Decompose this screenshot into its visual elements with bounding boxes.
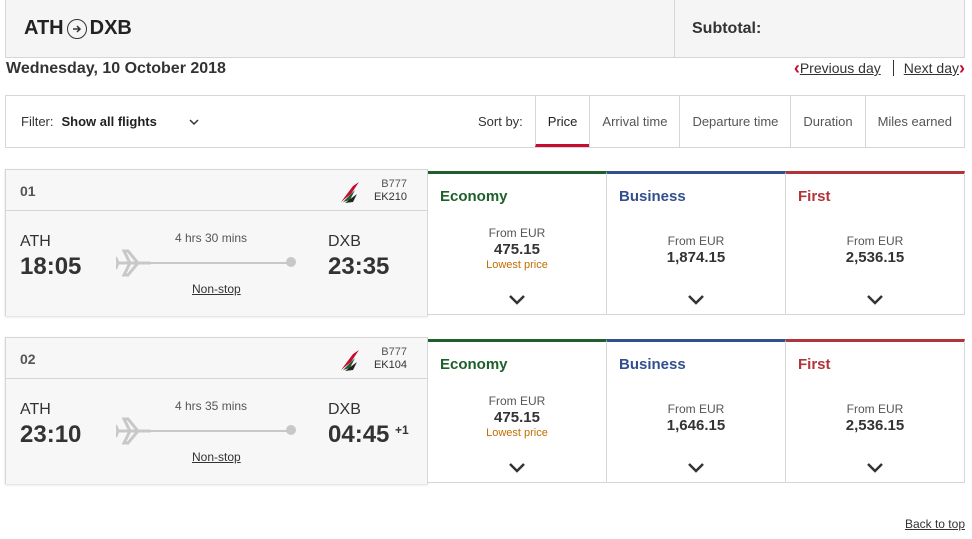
- filter-label: Filter:: [21, 114, 54, 129]
- flight-info-header: 02 B777 EK104: [6, 338, 427, 379]
- fare-first[interactable]: First From EUR 2,536.15: [786, 339, 965, 483]
- flight-date: Wednesday, 10 October 2018: [6, 60, 226, 77]
- fare-price: 2,536.15: [845, 249, 905, 266]
- arrival-time: 23:35: [328, 253, 390, 280]
- fare-economy[interactable]: Economy From EUR 475.15 Lowest price: [428, 339, 607, 483]
- sort-tab-miles-earned[interactable]: Miles earned: [864, 96, 964, 147]
- chevron-down-icon[interactable]: [687, 462, 705, 474]
- flight-number: 02: [20, 351, 36, 367]
- fare-class-label: Business: [619, 188, 686, 205]
- airplane-icon: [116, 417, 152, 445]
- route-end-dot: [286, 425, 296, 435]
- airline-logo-icon: [341, 182, 359, 203]
- flight-info-body: ATH 18:05 4 hrs 30 mins Non-stop DXB 23:…: [6, 211, 427, 316]
- sort-label: Sort by:: [478, 114, 523, 129]
- fare-price: 1,646.15: [666, 417, 726, 434]
- route-line: [148, 430, 290, 432]
- fare-class-label: First: [798, 356, 831, 373]
- flight-info: 02 B777 EK104 ATH 23:10 4 hrs 35 mins No…: [5, 337, 428, 484]
- divider: [892, 60, 894, 76]
- fare-from-label: From EUR: [846, 234, 904, 248]
- aircraft-model: B777: [381, 178, 407, 190]
- aircraft-model: B777: [381, 346, 407, 358]
- departure-time: 18:05: [20, 253, 82, 280]
- departure-time: 23:10: [20, 421, 82, 448]
- fare-from-label: From EUR: [667, 402, 725, 416]
- route-destination: DXB: [89, 17, 132, 39]
- chevron-right-icon: ›: [959, 58, 965, 78]
- flight-card: 01 B777 EK210 ATH 18:05 4 hrs 30 mins No…: [5, 169, 965, 316]
- header: ATH DXB Subtotal:: [5, 0, 965, 58]
- aircraft-info: B777 EK210: [374, 178, 407, 204]
- chevron-down-icon[interactable]: [866, 294, 884, 306]
- flight-info-header: 01 B777 EK210: [6, 170, 427, 211]
- flight-number: 01: [20, 183, 36, 199]
- lowest-price-badge: Lowest price: [486, 259, 548, 271]
- flight-code: EK210: [373, 191, 407, 203]
- flight-info-body: ATH 23:10 4 hrs 35 mins Non-stop DXB 04:…: [6, 379, 427, 484]
- fare-price: 2,536.15: [845, 417, 905, 434]
- route-end-dot: [286, 257, 296, 267]
- fare-business[interactable]: Business From EUR 1,874.15: [607, 171, 786, 315]
- fare-price: 475.15: [494, 241, 540, 258]
- fare-class-label: Business: [619, 356, 686, 373]
- fare-from-label: From EUR: [667, 234, 725, 248]
- stops-link[interactable]: Non-stop: [192, 282, 241, 296]
- fare-business[interactable]: Business From EUR 1,646.15: [607, 339, 786, 483]
- fare-economy[interactable]: Economy From EUR 475.15 Lowest price: [428, 171, 607, 315]
- aircraft-info: B777 EK104: [374, 346, 407, 372]
- fare-class-label: First: [798, 188, 831, 205]
- fare-price: 1,874.15: [666, 249, 726, 266]
- route-origin: ATH: [24, 17, 64, 39]
- airline-logo-icon: [341, 350, 359, 371]
- flight-duration: 4 hrs 30 mins: [175, 231, 248, 245]
- route-line: [148, 262, 290, 264]
- flight-duration: 4 hrs 35 mins: [175, 399, 248, 413]
- destination-code: DXB: [328, 401, 361, 418]
- destination-code: DXB: [328, 233, 361, 250]
- chevron-down-icon[interactable]: [866, 462, 884, 474]
- flight-code: EK104: [373, 359, 407, 371]
- airplane-icon: [116, 249, 152, 277]
- fare-first[interactable]: First From EUR 2,536.15: [786, 171, 965, 315]
- filter-dropdown[interactable]: Show all flights: [62, 114, 157, 129]
- day-navigation: ‹ Previous day Next day ›: [794, 58, 965, 78]
- stops-link[interactable]: Non-stop: [192, 450, 241, 464]
- lowest-price-badge: Lowest price: [486, 427, 548, 439]
- fare-from-label: From EUR: [846, 402, 904, 416]
- filter-sort-bar: Filter: Show all flights Sort by: Price …: [5, 95, 965, 148]
- fare-price: 475.15: [494, 409, 540, 426]
- day-offset: +1: [395, 423, 409, 437]
- subtotal: Subtotal:: [692, 19, 762, 37]
- arrival-time: 04:45: [328, 421, 390, 448]
- chevron-down-icon[interactable]: [687, 294, 705, 306]
- flight-info: 01 B777 EK210 ATH 18:05 4 hrs 30 mins No…: [5, 169, 428, 316]
- fare-from-label: From EUR: [488, 226, 546, 240]
- sort-tab-arrival-time[interactable]: Arrival time: [589, 96, 679, 147]
- fare-from-label: From EUR: [488, 394, 546, 408]
- fare-class-label: Economy: [440, 356, 508, 373]
- sort-tab-departure-time[interactable]: Departure time: [679, 96, 790, 147]
- back-to-top-link[interactable]: Back to top: [905, 517, 965, 531]
- previous-day-link[interactable]: Previous day: [800, 60, 881, 76]
- flight-card: 02 B777 EK104 ATH 23:10 4 hrs 35 mins No…: [5, 337, 965, 484]
- next-day-link[interactable]: Next day: [904, 60, 959, 76]
- sort-tab-duration[interactable]: Duration: [790, 96, 864, 147]
- chevron-down-icon[interactable]: [187, 115, 201, 129]
- chevron-down-icon[interactable]: [508, 462, 526, 474]
- origin-code: ATH: [20, 233, 51, 250]
- sort-tab-price[interactable]: Price: [534, 96, 590, 147]
- route: ATH DXB: [6, 0, 675, 57]
- arrow-right-icon: [66, 18, 87, 39]
- chevron-down-icon[interactable]: [508, 294, 526, 306]
- fare-class-label: Economy: [440, 188, 508, 205]
- origin-code: ATH: [20, 401, 51, 418]
